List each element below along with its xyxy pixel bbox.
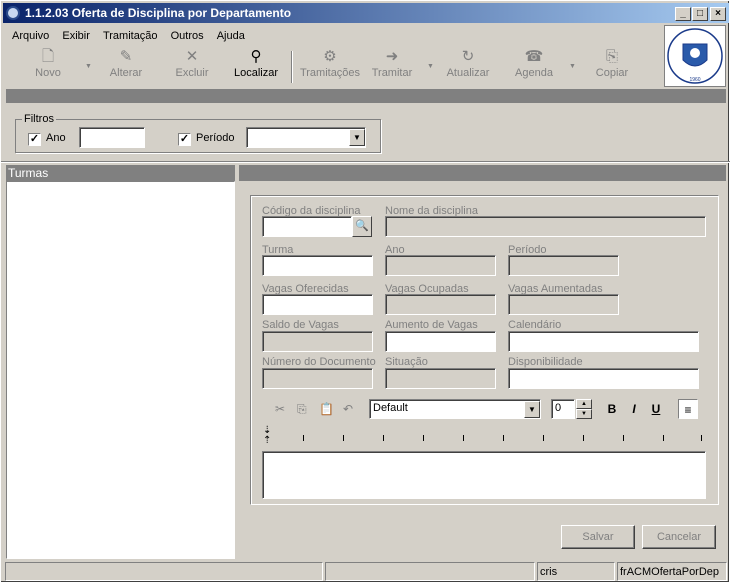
atualizar-button[interactable]: ↻ Atualizar [433,47,503,87]
agenda-button[interactable]: ☎ Agenda [499,47,569,87]
aumento-vagas-input[interactable] [385,331,496,352]
cut-icon[interactable]: ✂ [275,402,285,416]
binoculars-icon: ⚲ [250,48,262,65]
refresh-icon: ↻ [461,48,475,65]
forward-icon: ➜ [385,48,399,65]
periodo-filter-label: Período [196,132,235,144]
turma-input[interactable] [262,255,373,276]
font-size-input[interactable]: 0 [551,399,575,419]
copiar-label: Copiar [595,67,629,79]
menu-arquivo[interactable]: Arquivo [7,27,54,42]
menu-exibir[interactable]: Exibir [57,27,95,42]
disponibilidade-input[interactable] [508,368,699,389]
ano-checkbox[interactable]: ✓ [28,133,41,146]
status-panel-1 [5,562,323,581]
undo-icon[interactable]: ↶ [343,402,353,416]
app-icon [6,6,20,20]
localizar-label: Localizar [233,67,279,79]
edit-icon: ✎ [119,48,133,65]
size-up-icon[interactable]: ▲ [576,399,592,409]
ano-input [385,255,496,276]
menu-ajuda[interactable]: Ajuda [212,27,250,42]
window-title: 1.1.2.03 Oferta de Disciplina por Depart… [25,6,292,20]
calendario-label: Calendário [508,319,562,331]
rich-text-memo[interactable] [262,451,706,499]
status-form-name: frACMOfertaPorDep [617,562,727,581]
svg-text:1960: 1960 [689,77,700,83]
periodo-checkbox[interactable]: ✓ [178,133,191,146]
minimize-button[interactable]: _ [675,7,691,21]
agenda-dropdown-icon[interactable]: ▼ [569,63,576,70]
tramitar-label: Tramitar [371,67,413,79]
menu-outros[interactable]: Outros [166,27,209,42]
paste-icon[interactable]: 📋 [319,402,334,416]
section-separator [1,161,730,163]
title-bar: 1.1.2.03 Oferta de Disciplina por Depart… [3,3,729,23]
agenda-icon: ☎ [524,48,544,65]
ano-filter-input[interactable] [79,127,145,148]
alterar-button[interactable]: ✎ Alterar [91,47,161,87]
delete-icon: ✕ [185,48,199,65]
novo-button[interactable]: 🗋 Novo [13,47,83,87]
toolbar: 🗋 Novo ▼ ✎ Alterar ✕ Excluir ⚲ Localizar… [7,47,657,87]
excluir-label: Excluir [175,67,209,79]
turmas-list[interactable] [6,181,235,559]
status-panel-2 [325,562,535,581]
main-window: 1.1.2.03 Oferta de Disciplina por Depart… [0,0,730,583]
new-document-icon: 🗋 [41,48,55,65]
vagas-oferecidas-input[interactable] [262,294,373,315]
maximize-button[interactable]: □ [692,7,708,21]
copy-text-icon[interactable]: ⎘ [297,402,307,417]
periodo-filter-select[interactable] [246,127,366,148]
codigo-input[interactable] [262,216,352,237]
excluir-button[interactable]: ✕ Excluir [157,47,227,87]
menu-tramitacao[interactable]: Tramitação [98,27,163,42]
size-down-icon[interactable]: ▼ [576,409,592,419]
italic-button[interactable]: I [624,399,644,419]
situacao-label: Situação [385,356,428,368]
periodo-dropdown-icon[interactable]: ▼ [349,129,365,146]
detail-header [239,165,726,181]
turmas-header: Turmas [6,165,235,181]
localizar-button[interactable]: ⚲ Localizar [221,47,291,87]
alterar-label: Alterar [109,67,143,79]
font-dropdown-icon[interactable]: ▼ [524,401,540,418]
numero-documento-label: Número do Documento [262,356,376,368]
ruler[interactable]: ⇣ ⇡ [263,425,705,447]
tramitacoes-label: Tramitações [299,67,361,79]
ano-filter-label: Ano [46,132,66,144]
close-button[interactable]: × [710,7,726,21]
situacao-input [385,368,496,389]
salvar-button[interactable]: Salvar [561,525,635,549]
copiar-button[interactable]: ⎘ Copiar [577,47,647,87]
atualizar-label: Atualizar [446,67,490,79]
indent-marker-bottom-icon[interactable]: ⇡ [263,435,271,446]
numero-documento-input [262,368,373,389]
saldo-vagas-input [262,331,373,352]
tramitar-button[interactable]: ➜ Tramitar [357,47,427,87]
cancelar-button[interactable]: Cancelar [642,525,716,549]
university-seal-logo: 1960 [664,25,726,87]
vagas-aumentadas-input [508,294,619,315]
bold-button[interactable]: B [602,399,622,419]
calendario-input[interactable] [508,331,699,352]
copy-icon: ⎘ [605,48,618,65]
filters-legend: Filtros [24,113,54,125]
status-bar: cris frACMOfertaPorDep [3,562,729,581]
vagas-ocupadas-input [385,294,496,315]
periodo-input [508,255,619,276]
saldo-vagas-label: Saldo de Vagas [262,319,339,331]
agenda-label: Agenda [515,67,553,79]
novo-label: Novo [35,67,61,79]
header-band [6,89,726,103]
menu-bar: Arquivo Exibir Tramitação Outros Ajuda [7,27,250,47]
nome-input [385,216,706,237]
status-user: cris [537,562,615,581]
disponibilidade-label: Disponibilidade [508,356,583,368]
underline-button[interactable]: U [646,399,666,419]
font-select[interactable]: Default [369,399,541,419]
search-icon[interactable]: 🔍 [352,216,372,237]
align-left-icon[interactable]: ≡ [678,399,698,419]
aumento-vagas-label: Aumento de Vagas [385,319,478,331]
